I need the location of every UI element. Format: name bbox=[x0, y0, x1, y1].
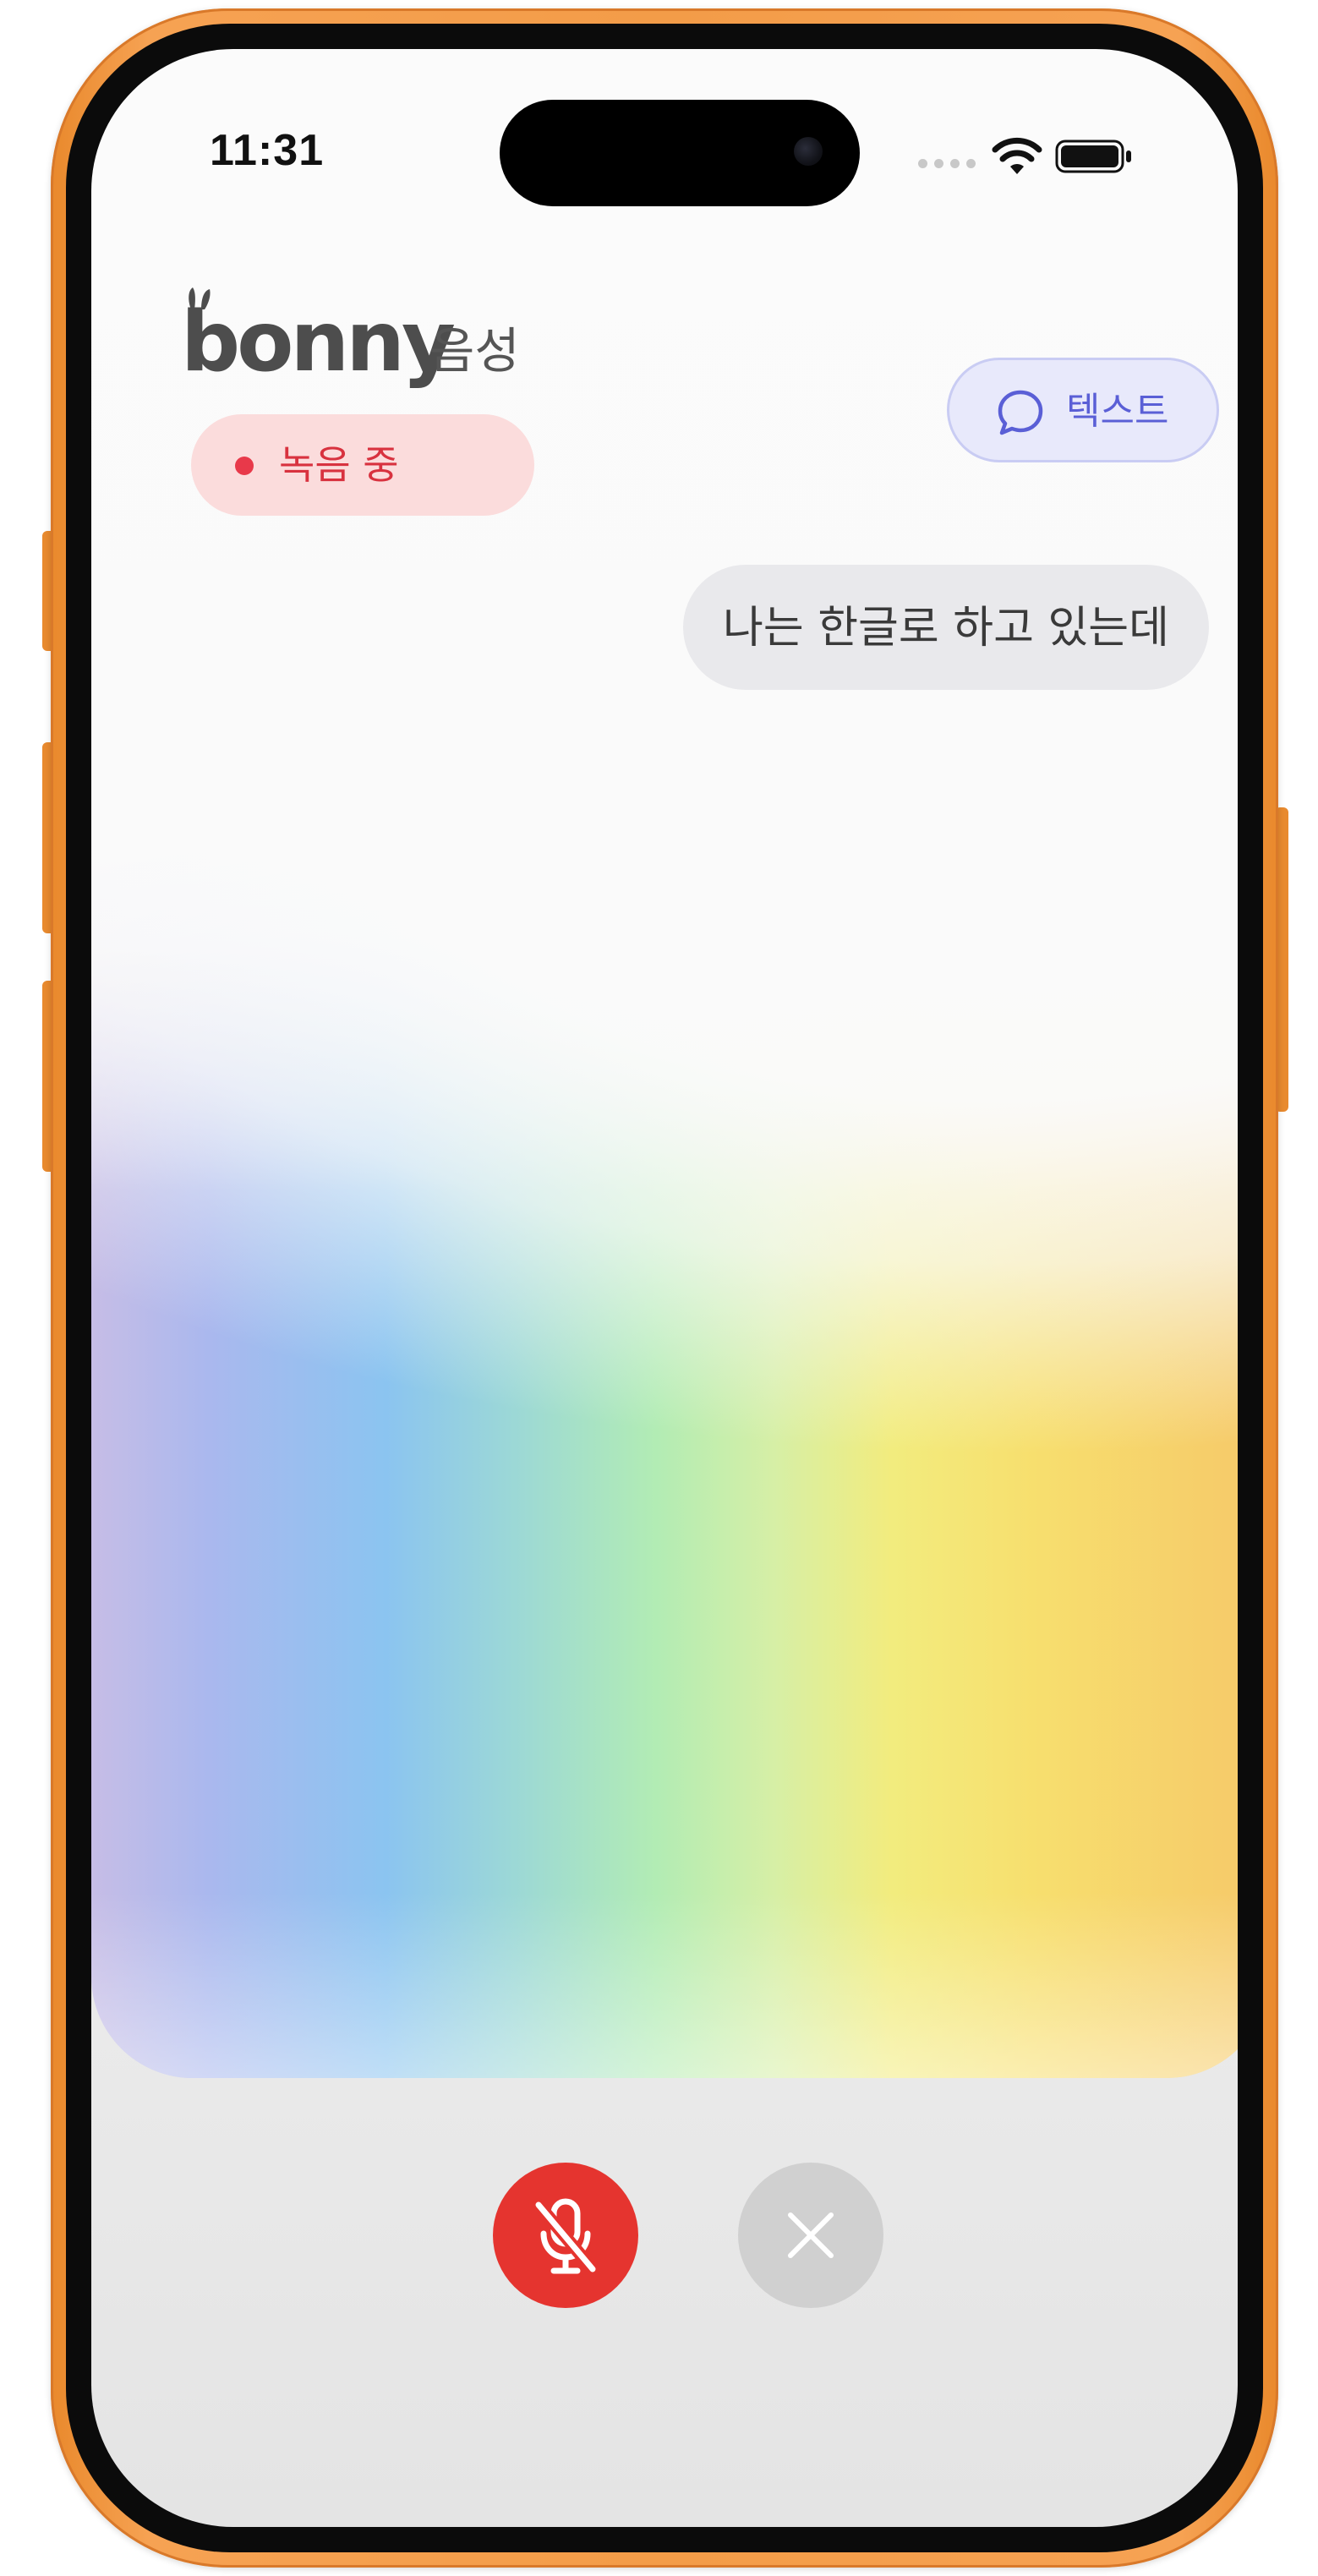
mute-microphone-button[interactable] bbox=[493, 2163, 638, 2308]
close-icon bbox=[788, 2212, 834, 2258]
chat-bubble-icon bbox=[998, 390, 1043, 435]
wifi-icon bbox=[992, 137, 1042, 174]
dynamic-island bbox=[500, 100, 860, 206]
recording-status-label: 녹음 중 bbox=[279, 442, 399, 488]
device-frame: 11:31 bonny 음성 녹음 중 텍스트 나는 한글로 하고 있는데 bbox=[51, 8, 1278, 2568]
voice-visualizer bbox=[91, 810, 1238, 2078]
cellular-signal-icon bbox=[918, 159, 979, 171]
app-screen: 11:31 bonny 음성 녹음 중 텍스트 나는 한글로 하고 있는데 bbox=[91, 49, 1238, 2527]
recording-dot-icon bbox=[235, 457, 254, 475]
bunny-ears-icon bbox=[189, 287, 211, 309]
recording-status-badge: 녹음 중 bbox=[191, 414, 534, 516]
device-bezel: 11:31 bonny 음성 녹음 중 텍스트 나는 한글로 하고 있는데 bbox=[66, 24, 1263, 2552]
user-message-bubble: 나는 한글로 하고 있는데 bbox=[683, 565, 1209, 690]
status-time: 11:31 bbox=[210, 126, 325, 175]
front-camera-icon bbox=[794, 137, 823, 166]
end-voice-session-button[interactable] bbox=[738, 2163, 883, 2308]
user-message-text: 나는 한글로 하고 있는데 bbox=[723, 603, 1169, 654]
switch-to-text-label: 텍스트 bbox=[1066, 390, 1169, 433]
mode-title: 음성 bbox=[429, 322, 520, 380]
switch-to-text-button[interactable]: 텍스트 bbox=[947, 358, 1219, 462]
mic-off-icon bbox=[532, 2198, 599, 2276]
battery-icon bbox=[1055, 139, 1131, 173]
app-brand: bonny 음성 bbox=[181, 296, 544, 389]
brand-logo: bonny bbox=[181, 294, 456, 391]
